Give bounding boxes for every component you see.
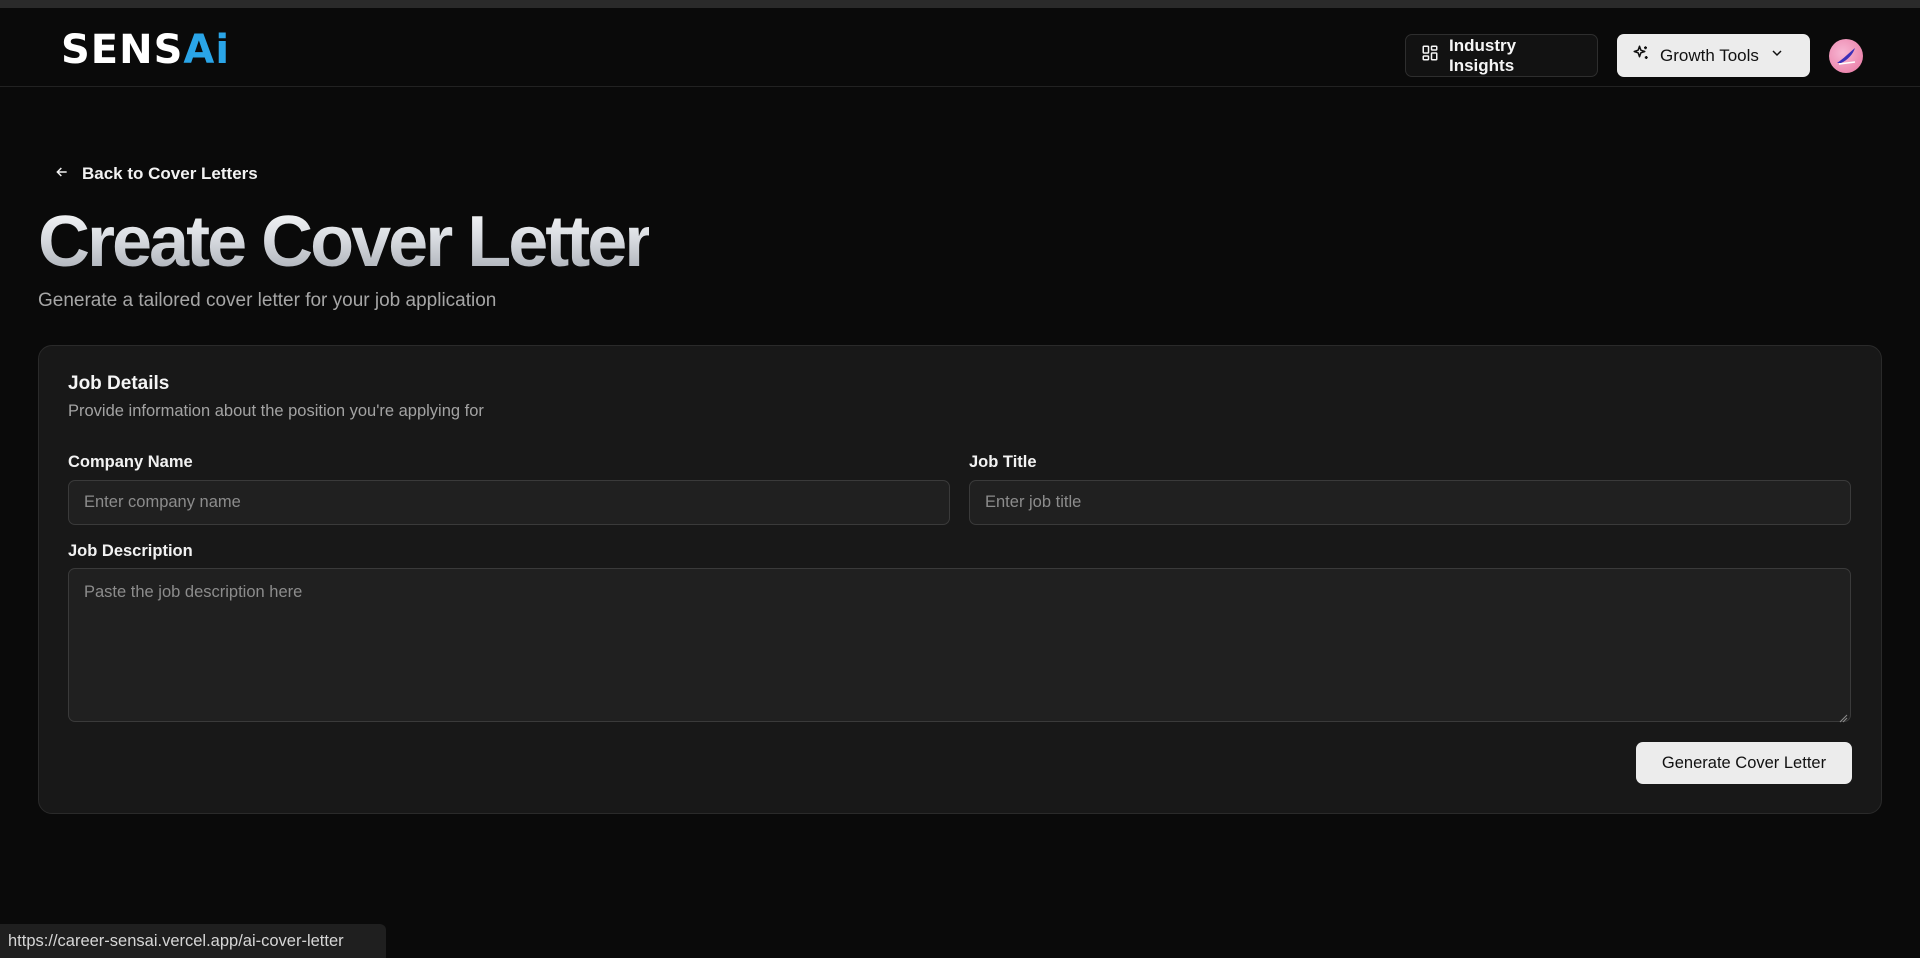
job-description-textarea[interactable]: Paste the job description here	[68, 568, 1851, 723]
job-details-card: Job Details Provide information about th…	[38, 345, 1882, 814]
resize-handle-icon[interactable]	[1838, 709, 1848, 723]
growth-tools-button[interactable]: Growth Tools	[1617, 34, 1810, 77]
industry-insights-label: Industry Insights	[1449, 35, 1517, 75]
browser-top-strip	[0, 0, 1920, 8]
job-title-label: Job Title	[969, 453, 1037, 471]
growth-tools-label: Growth Tools	[1660, 45, 1759, 65]
back-to-cover-letters-link[interactable]: Back to Cover Letters	[54, 162, 258, 186]
sparkles-icon	[1632, 44, 1650, 67]
page-title: Create Cover Letter	[38, 202, 652, 282]
company-name-label: Company Name	[68, 453, 193, 471]
job-description-label: Job Description	[68, 542, 193, 560]
chevron-down-icon	[1769, 45, 1785, 66]
company-name-input[interactable]: Enter company name	[68, 480, 950, 525]
logo-text-ai: Ai	[183, 27, 231, 73]
generate-cover-letter-button[interactable]: Generate Cover Letter	[1636, 742, 1852, 784]
job-description-placeholder: Paste the job description here	[84, 583, 303, 601]
app-header: SENS Ai Industry Insights Growth Tools	[0, 8, 1920, 87]
industry-insights-button[interactable]: Industry Insights	[1405, 34, 1598, 77]
user-avatar[interactable]	[1829, 39, 1863, 73]
layout-dashboard-icon	[1421, 44, 1439, 67]
status-bar-url: https://career-sensai.vercel.app/ai-cove…	[0, 924, 386, 958]
arrow-left-icon	[54, 164, 70, 185]
card-description: Provide information about the position y…	[68, 402, 484, 420]
sensai-logo[interactable]: SENS Ai	[61, 27, 231, 73]
back-link-label: Back to Cover Letters	[82, 164, 258, 183]
logo-text-main: SENS	[61, 27, 184, 73]
job-title-input[interactable]: Enter job title	[969, 480, 1851, 525]
card-title: Job Details	[68, 373, 170, 394]
page-subtitle: Generate a tailored cover letter for you…	[38, 290, 497, 311]
